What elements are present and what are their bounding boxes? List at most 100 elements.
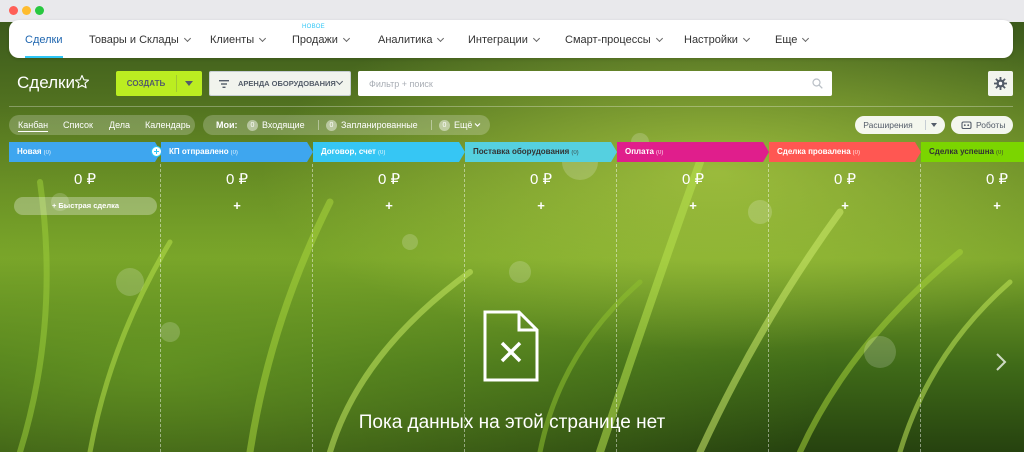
add-deal-button[interactable]: + <box>161 198 313 213</box>
settings-button[interactable] <box>988 71 1013 96</box>
empty-state-text: Пока данных на этой странице нет <box>358 412 666 433</box>
column-header[interactable]: Сделка успешна (0) <box>921 142 1024 162</box>
chevron-down-icon <box>437 34 445 43</box>
close-window-button[interactable] <box>9 6 18 15</box>
kanban-column: Сделка провалена (0) 0 ₽ + <box>769 142 921 452</box>
nav-item-label: Товары и Склады <box>89 34 179 46</box>
column-count: (0) <box>996 150 1004 156</box>
nav-item-label: Аналитика <box>378 34 433 46</box>
view-kanban[interactable]: Канбан <box>18 115 49 135</box>
counter-badge: 0 <box>439 120 450 131</box>
search-icon[interactable] <box>812 78 823 89</box>
extensions-label: Расширения <box>863 120 913 130</box>
add-deal-button[interactable]: + <box>921 198 1024 213</box>
maximize-window-button[interactable] <box>35 6 44 15</box>
chevron-down-icon <box>532 34 540 43</box>
view-activities[interactable]: Дела <box>109 115 130 135</box>
page-title: Сделки <box>17 73 75 92</box>
star-icon[interactable] <box>74 74 90 90</box>
add-deal-button[interactable]: + <box>769 198 921 213</box>
search-input[interactable] <box>358 71 798 96</box>
gear-icon <box>994 77 1007 90</box>
nav-item-products[interactable]: Товары и Склады <box>89 20 191 58</box>
column-sum: 0 ₽ <box>225 171 249 188</box>
chevron-down-icon <box>335 77 344 86</box>
robot-icon <box>961 121 972 129</box>
nav-item-settings[interactable]: Настройки <box>684 20 750 58</box>
column-title-text: Договор, счет <box>321 147 376 156</box>
chevron-down-icon <box>802 34 810 43</box>
extensions-divider <box>925 120 926 130</box>
caret-down-icon[interactable] <box>185 81 193 86</box>
nav-item-integrations[interactable]: Интеграции <box>468 20 540 58</box>
view-calendar[interactable]: Календарь <box>145 115 190 135</box>
column-title-text: Сделка провалена <box>777 147 851 156</box>
chevron-down-icon <box>183 34 191 43</box>
column-title: Поставка оборудования (0) <box>473 142 579 163</box>
counter-incoming[interactable]: 0 Входящие <box>247 115 305 135</box>
create-button-divider <box>176 75 177 92</box>
extensions-button[interactable]: Расширения <box>855 116 945 134</box>
column-title: Оплата (0) <box>625 142 663 163</box>
counter-badge: 0 <box>247 120 258 131</box>
caret-down-icon[interactable] <box>931 123 937 127</box>
column-sum: 0 ₽ <box>985 171 1009 188</box>
column-header[interactable]: Сделка провалена (0) <box>769 142 921 162</box>
nav-item-smart-processes[interactable]: Смарт-процессы <box>565 20 663 58</box>
nav-item-deals[interactable]: Сделки <box>25 20 63 58</box>
column-header[interactable]: Новая (0) <box>9 142 162 163</box>
minimize-window-button[interactable] <box>22 6 31 15</box>
column-count: (0) <box>377 150 386 156</box>
filter-lines-icon <box>219 80 229 88</box>
nav-item-sales[interactable]: Продажи <box>292 20 350 58</box>
robots-button[interactable]: Роботы <box>951 116 1013 134</box>
nav-item-label: Интеграции <box>468 34 528 46</box>
nav-item-analytics[interactable]: Аналитика <box>378 20 445 58</box>
view-list[interactable]: Список <box>63 115 93 135</box>
column-count: (0) <box>655 150 664 156</box>
add-deal-button[interactable]: + <box>617 198 769 213</box>
app-window: НОВОЕ Сделки Товары и Склады Клиенты Про… <box>0 0 1024 452</box>
counter-label: Входящие <box>262 120 305 130</box>
column-header[interactable]: Поставка оборудования (0) <box>465 142 617 162</box>
nav-item-more[interactable]: Еще <box>775 20 810 58</box>
chevron-down-icon <box>655 34 663 43</box>
create-button-label: СОЗДАТЬ <box>126 79 166 88</box>
chevron-right-icon[interactable] <box>994 352 1008 372</box>
kanban-column: КП отправлено (0) 0 ₽ + <box>161 142 313 452</box>
nav-item-label: Клиенты <box>210 34 255 46</box>
view-switcher: Канбан Список Дела Календарь <box>9 115 195 135</box>
counter-divider <box>318 120 319 130</box>
top-navigation: НОВОЕ Сделки Товары и Склады Клиенты Про… <box>9 20 1013 58</box>
create-button[interactable]: СОЗДАТЬ <box>116 71 202 96</box>
column-header[interactable]: КП отправлено (0) <box>161 142 313 162</box>
filter-search <box>358 71 832 96</box>
counter-label: Ещё <box>454 120 473 130</box>
column-title-text: КП отправлено <box>169 147 229 156</box>
column-sum: 0 ₽ <box>833 171 857 188</box>
chevron-down-icon <box>342 34 350 43</box>
kanban-column: Договор, счет (0) 0 ₽ + <box>313 142 465 452</box>
column-header[interactable]: Оплата (0) <box>617 142 769 162</box>
counter-badge: 0 <box>326 120 337 131</box>
column-header[interactable]: Договор, счет (0) <box>313 142 465 162</box>
nav-item-clients[interactable]: Клиенты <box>210 20 267 58</box>
nav-item-label: Смарт-процессы <box>565 34 651 46</box>
column-title: Сделка провалена (0) <box>777 142 860 163</box>
column-title-text: Новая <box>17 147 42 156</box>
counters-label: Мои: <box>216 120 238 130</box>
column-title: Новая (0) <box>17 142 51 163</box>
counter-planned[interactable]: 0 Запланированные <box>326 115 418 135</box>
chevron-down-icon[interactable] <box>474 122 481 128</box>
robots-label: Роботы <box>976 120 1006 130</box>
add-deal-button[interactable]: + <box>465 198 617 213</box>
chevron-down-icon <box>259 34 267 43</box>
counter-more[interactable]: 0 Ещё <box>439 115 472 135</box>
nav-item-label: Сделки <box>25 34 63 46</box>
quick-deal-button[interactable]: + Быстрая сделка <box>14 197 157 215</box>
add-deal-button[interactable]: + <box>313 198 465 213</box>
category-selector[interactable]: АРЕНДА ОБОРУДОВАНИЯ <box>209 71 351 96</box>
column-count: (0) <box>230 150 238 156</box>
column-sum: 0 ₽ <box>377 171 401 188</box>
kanban-column: Оплата (0) 0 ₽ + <box>617 142 769 452</box>
